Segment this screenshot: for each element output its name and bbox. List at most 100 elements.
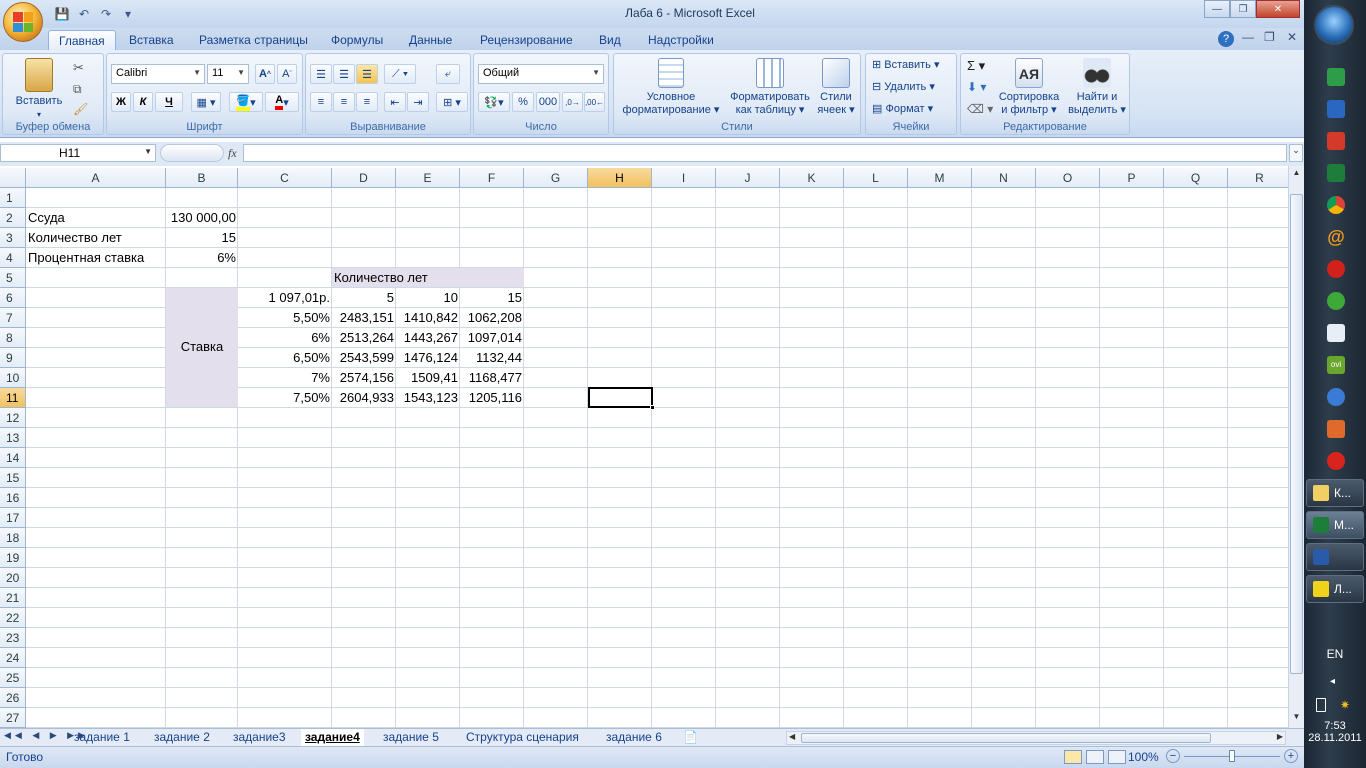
row-header-21[interactable]: 21 [0,588,26,608]
increase-decimal-button[interactable]: ,0→ [562,92,583,112]
align-center-button[interactable]: ≡ [333,92,355,112]
app-icon-orange[interactable] [1327,420,1345,438]
sheet-tab[interactable]: Структура сценария [462,729,583,746]
cell-f6[interactable]: 15 [460,288,524,308]
cell-a4[interactable]: Процентная ставка [26,248,186,268]
row-header-5[interactable]: 5 [0,268,26,288]
merge-center-button[interactable]: ⊞ ▾ [436,92,468,112]
column-header-k[interactable]: K [780,168,844,188]
excel-pin-icon[interactable] [1327,164,1345,182]
row-header-9[interactable]: 9 [0,348,26,368]
app-icon-red[interactable] [1327,132,1345,150]
number-format-select[interactable]: Общий ▼ [478,64,604,84]
column-header-c[interactable]: C [238,168,332,188]
borders-button[interactable]: ▦ ▾ [191,92,221,112]
cell-c11[interactable]: 7,50% [238,388,332,408]
column-header-r[interactable]: R [1228,168,1288,188]
align-bottom-button[interactable]: ☰ [356,64,378,84]
sheet-tab-active[interactable]: задание4 [301,729,364,746]
scroll-right-icon[interactable]: ▶ [1277,732,1283,741]
cell-d6[interactable]: 5 [332,288,396,308]
wrap-text-button[interactable]: ⤶ [436,64,460,84]
tab-page-layout[interactable]: Разметка страницы [189,30,318,50]
align-middle-button[interactable]: ☰ [333,64,355,84]
clear-button[interactable]: ⌫ ▾ [967,102,993,116]
language-indicator[interactable]: EN [1304,647,1366,661]
row-header-1[interactable]: 1 [0,188,26,208]
cell-d7[interactable]: 2483,151 [332,308,396,328]
redo-icon[interactable]: ↷ [96,5,116,23]
select-all-corner[interactable] [0,168,26,188]
column-header-e[interactable]: E [396,168,460,188]
page-break-view-icon[interactable] [1108,750,1126,764]
column-header-a[interactable]: A [26,168,166,188]
paste-button[interactable]: Вставить ▾ [11,58,67,121]
cell-b2[interactable]: 130 000,00 [166,208,238,228]
align-right-button[interactable]: ≡ [356,92,378,112]
save-icon[interactable]: 💾 [52,5,72,23]
grow-font-button[interactable]: A ^ [255,64,275,84]
cell-a3[interactable]: Количество лет [26,228,186,248]
cell-d9[interactable]: 2543,599 [332,348,396,368]
column-header-l[interactable]: L [844,168,908,188]
sort-filter-button[interactable]: AЯ Сортировка и фильтр ▾ [995,58,1063,117]
minimize-button[interactable]: — [1204,0,1230,18]
align-left-button[interactable]: ≡ [310,92,332,112]
vertical-scroll-thumb[interactable] [1290,194,1303,674]
cell-e8[interactable]: 1443,267 [396,328,460,348]
column-header-m[interactable]: M [908,168,972,188]
app-icon-blue[interactable] [1327,100,1345,118]
increase-indent-button[interactable]: ⇥ [407,92,429,112]
utorrent-icon[interactable] [1327,292,1345,310]
sheet-tab[interactable]: задание 1 [70,729,134,746]
spreadsheet-grid[interactable]: A B C D E F G H I J K L M N O P Q R 1 2 3 4 5 6 7 8 9 10 11 12 13 14 15 1… [0,168,1288,728]
column-header-h[interactable]: H [588,168,652,188]
app-icon-green[interactable] [1327,68,1345,86]
row-header-27[interactable]: 27 [0,708,26,728]
sheet-tab[interactable]: задание 6 [602,729,666,746]
row-header-8[interactable]: 8 [0,328,26,348]
row-header-24[interactable]: 24 [0,648,26,668]
opera-icon[interactable] [1327,260,1345,278]
zoom-slider-thumb[interactable] [1229,750,1235,762]
page-layout-view-icon[interactable] [1086,750,1104,764]
cell-f9[interactable]: 1132,44 [460,348,524,368]
row-header-22[interactable]: 22 [0,608,26,628]
restore-button[interactable]: ❐ [1230,0,1256,18]
mail-at-icon[interactable]: @ [1327,228,1345,246]
app-icon-white[interactable] [1327,324,1345,342]
formula-bar-splitter[interactable] [160,144,224,162]
workbook-close-icon[interactable]: ✕ [1287,30,1297,44]
taskbar-btn-excel[interactable]: М... [1306,511,1364,539]
zoom-in-icon[interactable]: + [1284,749,1298,763]
font-name-select[interactable]: Calibri ▼ [111,64,205,84]
ovi-icon[interactable]: ovi [1327,356,1345,374]
tab-insert[interactable]: Вставка [119,30,184,50]
active-cell-h11[interactable] [588,387,655,410]
bold-button[interactable]: Ж [111,92,131,112]
name-box[interactable]: H11 ▼ [0,144,156,162]
row-header-19[interactable]: 19 [0,548,26,568]
show-hidden-icons[interactable]: ◂ [1330,676,1335,687]
cell-f8[interactable]: 1097,014 [460,328,524,348]
row-header-6[interactable]: 6 [0,288,26,308]
column-header-f[interactable]: F [460,168,524,188]
cell-d5[interactable]: Количество лет [332,268,524,288]
decrease-decimal-button[interactable]: ,00← [584,92,605,112]
sheet-tab[interactable]: задание3 [229,729,290,746]
row-header-4[interactable]: 4 [0,248,26,268]
row-header-18[interactable]: 18 [0,528,26,548]
tab-review[interactable]: Рецензирование [470,30,583,50]
row-header-12[interactable]: 12 [0,408,26,428]
battery-icon[interactable] [1316,698,1326,712]
autosum-button[interactable]: Σ ▾ [967,58,985,74]
cell-f11[interactable]: 1205,116 [460,388,524,408]
alarm-clock-icon[interactable] [1327,452,1345,470]
column-header-j[interactable]: J [716,168,780,188]
horizontal-scrollbar[interactable]: ◀ ▶ [786,731,1286,745]
format-painter-icon[interactable]: 🖌 [73,102,88,116]
cell-d11[interactable]: 2604,933 [332,388,396,408]
cell-d8[interactable]: 2513,264 [332,328,396,348]
column-header-g[interactable]: G [524,168,588,188]
row-header-17[interactable]: 17 [0,508,26,528]
